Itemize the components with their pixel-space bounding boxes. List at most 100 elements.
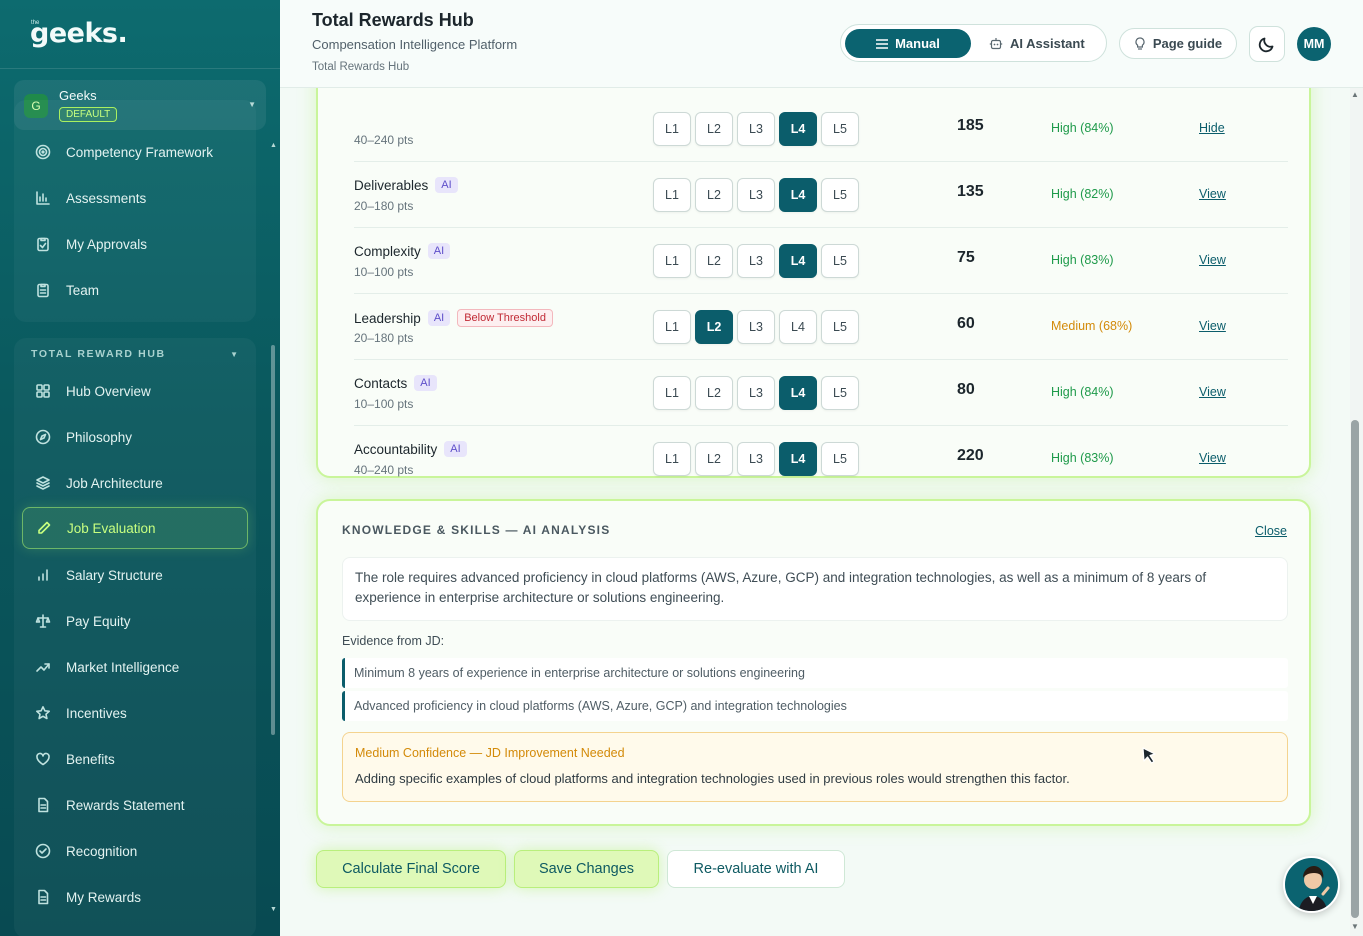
- factor-name: Contacts AI: [354, 375, 437, 391]
- user-avatar[interactable]: MM: [1297, 27, 1331, 61]
- sidebar-item-label: My Approvals: [66, 236, 148, 252]
- sidebar-item-benefits[interactable]: Benefits: [22, 738, 248, 780]
- assistant-avatar-button[interactable]: [1283, 856, 1340, 913]
- level-button-l2[interactable]: L2: [695, 442, 733, 476]
- sidebar-item-my-rewards[interactable]: My Rewards: [22, 876, 248, 918]
- ai-badge: AI: [435, 177, 458, 193]
- document-icon: [34, 888, 52, 906]
- level-button-l4[interactable]: L4: [779, 244, 817, 278]
- sidebar-item-label: Competency Framework: [66, 144, 214, 160]
- theme-toggle-button[interactable]: [1249, 26, 1285, 62]
- ai-analysis-panel: KNOWLEDGE & SKILLS — AI ANALYSIS Close T…: [316, 499, 1311, 826]
- check-circle-icon: [34, 842, 52, 860]
- level-button-l1[interactable]: L1: [653, 112, 691, 146]
- level-button-l3[interactable]: L3: [737, 442, 775, 476]
- sidebar-item-team[interactable]: Team: [22, 269, 248, 311]
- mouse-cursor-icon: [1142, 747, 1156, 764]
- sidebar-item-incentives[interactable]: Incentives: [22, 692, 248, 734]
- sidebar-scrollbar[interactable]: [271, 345, 275, 735]
- sidebar-item-philosophy[interactable]: Philosophy: [22, 416, 248, 458]
- evidence-item: Minimum 8 years of experience in enterpr…: [342, 658, 1288, 688]
- level-button-l3[interactable]: L3: [737, 112, 775, 146]
- factor-hide-link[interactable]: Hide: [1199, 121, 1225, 135]
- factor-name-text: Deliverables: [354, 177, 429, 193]
- level-button-l4[interactable]: L4: [779, 376, 817, 410]
- breadcrumb[interactable]: Total Rewards Hub: [312, 61, 409, 73]
- level-button-l5[interactable]: L5: [821, 178, 859, 212]
- sidebar-item-competency-framework[interactable]: Competency Framework: [22, 131, 248, 173]
- sidebar-item-assessments[interactable]: Assessments: [22, 177, 248, 219]
- level-button-l5[interactable]: L5: [821, 244, 859, 278]
- sidebar-item-label: Team: [66, 282, 100, 298]
- level-button-l3[interactable]: L3: [737, 376, 775, 410]
- mode-manual-button[interactable]: Manual: [845, 29, 971, 58]
- page-title: Total Rewards Hub: [312, 10, 474, 30]
- re-evaluate-with-ai-button[interactable]: Re-evaluate with AI: [667, 850, 845, 888]
- level-button-l3[interactable]: L3: [737, 310, 775, 344]
- scroll-down-icon[interactable]: ▼: [1351, 922, 1359, 931]
- level-button-l1[interactable]: L1: [653, 442, 691, 476]
- lightbulb-icon: [1135, 36, 1145, 50]
- mode-ai-assistant-button[interactable]: AI Assistant: [989, 29, 1101, 58]
- level-button-l1[interactable]: L1: [653, 244, 691, 278]
- logo[interactable]: geeks.: [30, 18, 128, 49]
- layers-icon: [34, 474, 52, 492]
- level-button-l3[interactable]: L3: [737, 244, 775, 278]
- factor-range: 40–240 pts: [354, 133, 414, 147]
- factor-range: 10–100 pts: [354, 397, 414, 411]
- sidebar-item-label: Job Evaluation: [67, 520, 156, 536]
- level-button-l2[interactable]: L2: [695, 244, 733, 278]
- sidebar-item-recognition[interactable]: Recognition: [22, 830, 248, 872]
- level-button-l1[interactable]: L1: [653, 310, 691, 344]
- factor-view-link[interactable]: View: [1199, 319, 1226, 333]
- section-title[interactable]: TOTAL REWARD HUB: [31, 348, 166, 360]
- chevron-down-icon[interactable]: ▼: [230, 350, 238, 359]
- sidebar-item-market-intelligence[interactable]: Market Intelligence: [22, 646, 248, 688]
- level-button-l5[interactable]: L5: [821, 112, 859, 146]
- scroll-down-icon[interactable]: ▼: [270, 906, 277, 913]
- sidebar-item-job-evaluation[interactable]: Job Evaluation: [22, 507, 248, 549]
- top-header: Total Rewards Hub Compensation Intellige…: [280, 0, 1363, 88]
- factor-confidence: High (82%): [1051, 187, 1114, 201]
- factor-view-link[interactable]: View: [1199, 187, 1226, 201]
- sidebar-item-my-approvals[interactable]: My Approvals: [22, 223, 248, 265]
- level-button-l4[interactable]: L4: [779, 178, 817, 212]
- level-button-l2[interactable]: L2: [695, 178, 733, 212]
- level-button-l4[interactable]: L4: [779, 112, 817, 146]
- level-button-l2[interactable]: L2: [695, 112, 733, 146]
- analysis-close-link[interactable]: Close: [1255, 524, 1287, 538]
- factor-points: 75: [957, 249, 975, 266]
- scroll-up-icon[interactable]: ▲: [1351, 90, 1359, 99]
- calculate-final-score-button[interactable]: Calculate Final Score: [316, 850, 506, 888]
- level-button-l2[interactable]: L2: [695, 376, 733, 410]
- level-button-l5[interactable]: L5: [821, 442, 859, 476]
- level-selector: L1 L2 L3 L4 L5: [653, 442, 859, 476]
- sidebar-item-label: Hub Overview: [66, 383, 151, 399]
- level-button-l1[interactable]: L1: [653, 178, 691, 212]
- scroll-up-icon[interactable]: ▲: [270, 142, 277, 149]
- level-button-l1[interactable]: L1: [653, 376, 691, 410]
- factor-points: 80: [957, 381, 975, 398]
- sidebar-item-pay-equity[interactable]: Pay Equity: [22, 600, 248, 642]
- sidebar-item-job-architecture[interactable]: Job Architecture: [22, 462, 248, 504]
- page-guide-button[interactable]: Page guide: [1119, 28, 1237, 59]
- level-button-l2[interactable]: L2: [695, 310, 733, 344]
- sidebar-item-label: Philosophy: [66, 429, 133, 445]
- sidebar-item-label: Assessments: [66, 190, 147, 206]
- level-button-l4[interactable]: L4: [779, 442, 817, 476]
- level-button-l3[interactable]: L3: [737, 178, 775, 212]
- save-changes-button[interactable]: Save Changes: [514, 850, 659, 888]
- level-button-l4[interactable]: L4: [779, 310, 817, 344]
- factor-view-link[interactable]: View: [1199, 451, 1226, 465]
- sidebar-item-salary-structure[interactable]: Salary Structure: [22, 554, 248, 596]
- sidebar-item-rewards-statement[interactable]: Rewards Statement: [22, 784, 248, 826]
- factor-row: Accountability AI 40–240 pts L1 L2 L3 L4 L5 2…: [354, 426, 1288, 492]
- sidebar-item-hub-overview[interactable]: Hub Overview: [22, 370, 248, 412]
- level-button-l5[interactable]: L5: [821, 376, 859, 410]
- analysis-summary: The role requires advanced proficiency i…: [342, 557, 1288, 621]
- factor-view-link[interactable]: View: [1199, 385, 1226, 399]
- page-scrollbar-thumb[interactable]: [1351, 420, 1359, 918]
- factor-view-link[interactable]: View: [1199, 253, 1226, 267]
- factor-name: Complexity AI: [354, 243, 451, 259]
- level-button-l5[interactable]: L5: [821, 310, 859, 344]
